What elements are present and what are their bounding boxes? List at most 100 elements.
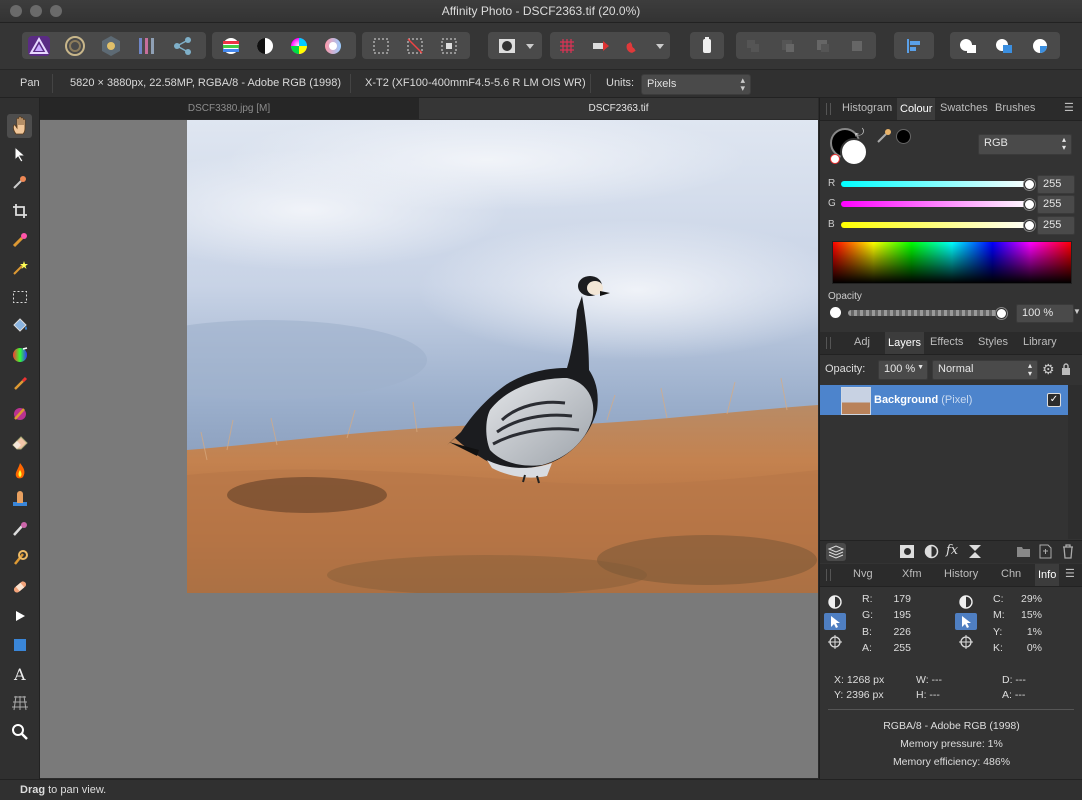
- align-left-icon[interactable]: [897, 32, 931, 59]
- adjustment-layer-icon[interactable]: [924, 544, 939, 562]
- blue-value-field[interactable]: 255: [1037, 216, 1075, 235]
- invert-selection-icon[interactable]: [432, 32, 466, 59]
- red-value-field[interactable]: 255: [1037, 175, 1075, 194]
- panel-menu-icon[interactable]: ☰: [1064, 101, 1074, 114]
- green-slider-handle[interactable]: [1024, 199, 1035, 210]
- green-slider[interactable]: [841, 201, 1031, 207]
- tab-transform[interactable]: Xfm: [902, 568, 922, 580]
- move-forward-one-icon[interactable]: [806, 32, 840, 59]
- deselect-icon[interactable]: [398, 32, 432, 59]
- auto-colours-icon[interactable]: [282, 32, 316, 59]
- move-to-front-icon[interactable]: [840, 32, 874, 59]
- tab-adjustments[interactable]: Adj: [854, 336, 870, 348]
- panel-grip-icon[interactable]: [826, 337, 831, 349]
- pen-tool-icon[interactable]: [7, 604, 32, 628]
- smudge-brush-tool-icon[interactable]: [7, 517, 32, 541]
- tone-mapping-persona-icon[interactable]: [130, 32, 164, 59]
- panel-grip-icon[interactable]: [826, 103, 831, 115]
- canvas-area[interactable]: [40, 120, 818, 778]
- liquify-persona-icon[interactable]: [58, 32, 92, 59]
- no-colour-icon[interactable]: [830, 154, 840, 164]
- snapping-magnet-icon[interactable]: [618, 32, 652, 59]
- pointer-source-icon[interactable]: [955, 613, 977, 630]
- force-pixel-alignment-icon[interactable]: [690, 32, 724, 59]
- clone-brush-tool-icon[interactable]: [7, 488, 32, 512]
- colour-picker-tool-icon[interactable]: [7, 170, 32, 194]
- layer-opacity-field[interactable]: 100 % ▼: [878, 360, 928, 380]
- layer-visibility-checkbox[interactable]: ✓: [1047, 393, 1061, 407]
- auto-levels-icon[interactable]: [214, 32, 248, 59]
- gradient-tool-icon[interactable]: [7, 343, 32, 367]
- quick-mask-icon[interactable]: [490, 32, 524, 59]
- fx-icon[interactable]: fx: [946, 543, 958, 558]
- panel-menu-icon[interactable]: ☰: [1065, 567, 1075, 580]
- red-slider[interactable]: [841, 181, 1031, 187]
- panel-grip-icon[interactable]: [826, 569, 831, 581]
- opacity-slider[interactable]: [848, 310, 1000, 316]
- gear-icon[interactable]: ⚙: [1042, 361, 1055, 378]
- tab-channels[interactable]: Chn: [1001, 568, 1021, 580]
- swap-colours-icon[interactable]: ⤾: [855, 127, 864, 140]
- red-slider-handle[interactable]: [1024, 179, 1035, 190]
- eyedropper-icon[interactable]: [876, 128, 894, 147]
- live-filter-icon[interactable]: [968, 544, 982, 562]
- mask-layer-icon[interactable]: [900, 545, 914, 558]
- units-select[interactable]: Pixels ▴ ▾: [641, 74, 751, 95]
- opacity-value-field[interactable]: 100 %: [1016, 304, 1074, 323]
- selection-brush-tool-icon[interactable]: [7, 228, 32, 252]
- develop-persona-icon[interactable]: [94, 32, 128, 59]
- hand-tool-icon[interactable]: [7, 114, 32, 138]
- new-layer-icon[interactable]: [1039, 544, 1052, 562]
- pointer-source-icon[interactable]: [824, 613, 846, 630]
- crop-tool-icon[interactable]: [7, 199, 32, 223]
- paint-brush-tool-icon[interactable]: [7, 372, 32, 396]
- tab-histogram[interactable]: Histogram: [842, 102, 892, 114]
- tab-effects[interactable]: Effects: [930, 336, 963, 348]
- layers-scrollbar[interactable]: [1068, 385, 1082, 539]
- assistant-icon[interactable]: [584, 32, 618, 59]
- primary-colour-well[interactable]: [840, 138, 868, 166]
- layer-row[interactable]: Background (Pixel) ✓: [820, 385, 1068, 415]
- healing-brush-tool-icon[interactable]: [7, 546, 32, 570]
- rectangle-tool-icon[interactable]: [7, 633, 32, 657]
- tab-brushes[interactable]: Brushes: [995, 102, 1035, 114]
- target-icon[interactable]: [824, 633, 846, 650]
- snapping-options-chevron-icon[interactable]: [650, 32, 670, 59]
- marquee-tool-icon[interactable]: [7, 285, 32, 309]
- flood-fill-tool-icon[interactable]: [7, 314, 32, 338]
- tab-history[interactable]: History: [944, 568, 978, 580]
- blue-slider[interactable]: [841, 222, 1031, 228]
- tab-styles[interactable]: Styles: [978, 336, 1008, 348]
- blue-slider-handle[interactable]: [1024, 220, 1035, 231]
- tab-colour[interactable]: Colour: [897, 98, 936, 120]
- delete-layer-icon[interactable]: [1062, 544, 1074, 562]
- colour-spectrum[interactable]: [832, 241, 1072, 284]
- tab-library[interactable]: Library: [1023, 336, 1057, 348]
- export-persona-icon[interactable]: [166, 32, 200, 59]
- dodge-brush-tool-icon[interactable]: [7, 459, 32, 483]
- target-icon[interactable]: [955, 633, 977, 650]
- text-tool-icon[interactable]: A: [7, 662, 32, 686]
- flood-select-tool-icon[interactable]: [7, 256, 32, 280]
- move-to-back-icon[interactable]: [736, 32, 770, 59]
- group-folder-icon[interactable]: [1016, 545, 1031, 561]
- lock-icon[interactable]: [1061, 363, 1071, 379]
- colour-mode-icon[interactable]: [955, 593, 977, 610]
- subtract-shape-icon[interactable]: [988, 32, 1022, 59]
- tab-info[interactable]: Info: [1035, 564, 1060, 586]
- photo-persona-icon[interactable]: [22, 32, 56, 59]
- chevron-down-icon[interactable]: ▼: [1073, 307, 1081, 316]
- chevron-down-icon[interactable]: [520, 32, 540, 59]
- select-all-icon[interactable]: [364, 32, 398, 59]
- blend-mode-select[interactable]: Normal ▴ ▾: [932, 360, 1038, 380]
- opacity-slider-handle[interactable]: [996, 308, 1007, 319]
- colour-model-select[interactable]: RGB ▴ ▾: [978, 134, 1072, 155]
- zoom-tool-icon[interactable]: [7, 720, 32, 744]
- tab-layers[interactable]: Layers: [885, 332, 925, 354]
- document-tab-active[interactable]: DSCF2363.tif: [419, 98, 818, 119]
- colour-replacement-brush-tool-icon[interactable]: [7, 401, 32, 425]
- green-value-field[interactable]: 255: [1037, 195, 1075, 214]
- grid-icon[interactable]: [550, 32, 584, 59]
- move-tool-icon[interactable]: [7, 142, 32, 166]
- auto-contrast-icon[interactable]: [248, 32, 282, 59]
